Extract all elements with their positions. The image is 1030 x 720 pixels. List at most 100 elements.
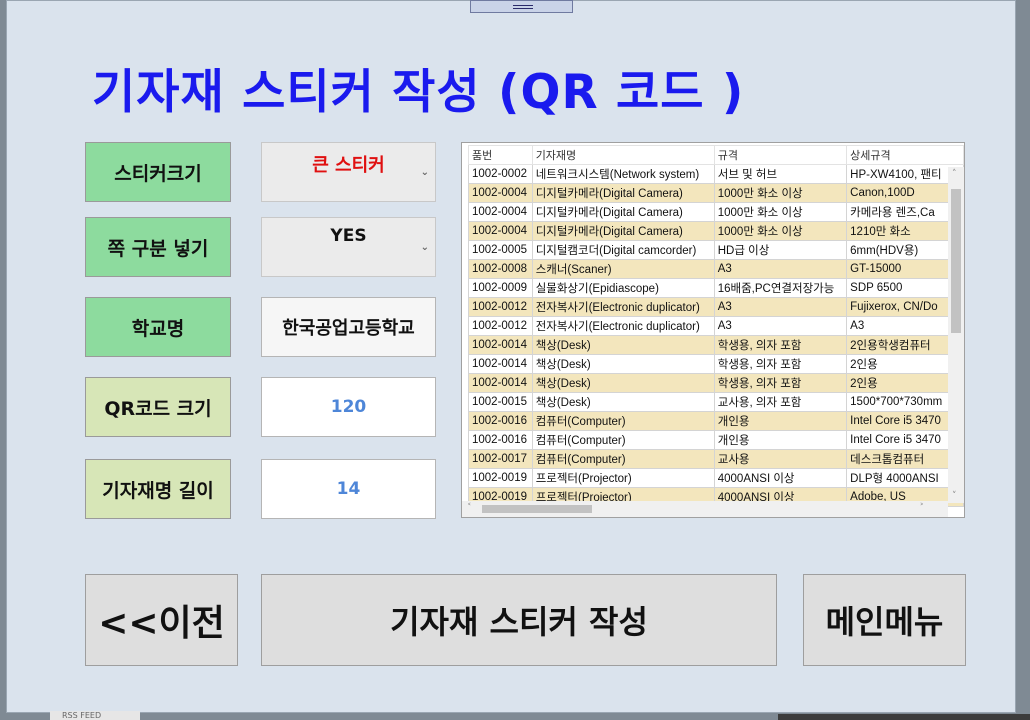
table-cell[interactable]: 1002-0017 (468, 449, 533, 469)
table-row[interactable]: 1002-0016 컴퓨터(Computer) 개인용 Intel Core i5 3… (468, 430, 964, 450)
table-cell[interactable]: 개인용 (713, 411, 848, 431)
table-cell[interactable]: A3 (713, 259, 848, 279)
horizontal-scrollbar[interactable]: ˂ ˃ (462, 501, 948, 517)
table-cell[interactable]: 네트워크시스템(Network system) (531, 164, 715, 184)
chevron-down-icon[interactable]: ⌄ (421, 242, 429, 253)
table-cell[interactable]: 학생용, 의자 포함 (713, 335, 848, 355)
column-header[interactable]: 상세규격 (846, 145, 964, 165)
table-row[interactable]: 1002-0014 책상(Desk) 학생용, 의자 포함 2인용 (468, 373, 964, 393)
table-cell[interactable]: 교사용, 의자 포함 (713, 392, 848, 412)
table-cell[interactable]: 디지털카메라(Digital Camera) (531, 221, 715, 241)
qr-size-field[interactable]: 120 (261, 377, 436, 437)
table-cell[interactable]: 책상(Desk) (531, 392, 715, 412)
table-cell[interactable]: 1002-0016 (468, 430, 533, 450)
table-cell[interactable]: 1002-0014 (468, 335, 533, 355)
table-cell[interactable]: 학생용, 의자 포함 (713, 354, 848, 374)
table-cell[interactable]: 1002-0004 (468, 202, 533, 222)
table-row[interactable]: 1002-0009 실물화상기(Epidiascope) 16배줌,PC연결저장가능… (468, 278, 964, 298)
scroll-left-icon[interactable]: ˂ (467, 503, 472, 513)
table-row[interactable]: 1002-0008 스캐너(Scaner) A3 GT-15000 (468, 259, 964, 279)
table-cell[interactable]: 1002-0015 (468, 392, 533, 412)
table-cell[interactable]: 전자복사기(Electronic duplicator) (531, 316, 715, 336)
table-cell[interactable]: 1002-0002 (468, 164, 533, 184)
table-cell[interactable]: 디지털캠코더(Digital camcorder) (531, 240, 715, 260)
table-cell[interactable]: 1210만 화소 (846, 221, 964, 241)
table-cell[interactable]: A3 (713, 316, 848, 336)
table-cell[interactable]: HP-XW4100, 팬티 (846, 164, 964, 184)
table-cell[interactable]: 전자복사기(Electronic duplicator) (531, 297, 715, 317)
table-cell[interactable]: 1002-0009 (468, 278, 533, 298)
table-cell[interactable]: 개인용 (713, 430, 848, 450)
table-cell[interactable]: 1000만 화소 이상 (713, 221, 848, 241)
table-cell[interactable]: 6mm(HDV용) (846, 240, 964, 260)
table-cell[interactable]: 1000만 화소 이상 (713, 183, 848, 203)
table-cell[interactable]: 학생용, 의자 포함 (713, 373, 848, 393)
table-row[interactable]: 1002-0004 디지털카메라(Digital Camera) 1000만 화소 … (468, 202, 964, 222)
table-row[interactable]: 1002-0012 전자복사기(Electronic duplicator) A3 F… (468, 297, 964, 317)
table-row[interactable]: 1002-0014 책상(Desk) 학생용, 의자 포함 2인용학생컴퓨터 (468, 335, 964, 355)
table-cell[interactable]: 디지털카메라(Digital Camera) (531, 202, 715, 222)
table-row[interactable]: 1002-0004 디지털카메라(Digital Camera) 1000만 화소 … (468, 221, 964, 241)
main-menu-button[interactable]: 메인메뉴 (803, 574, 966, 666)
scrollbar-thumb[interactable] (482, 505, 592, 513)
table-cell[interactable]: 1002-0008 (468, 259, 533, 279)
table-cell[interactable]: 1002-0004 (468, 183, 533, 203)
chevron-down-icon[interactable]: ⌄ (421, 167, 429, 178)
table-cell[interactable]: Fujixerox, CN/Do (846, 297, 964, 317)
page-division-select[interactable]: YES ⌄ (261, 217, 436, 277)
table-cell[interactable]: 1500*700*730mm (846, 392, 964, 412)
table-cell[interactable]: 책상(Desk) (531, 373, 715, 393)
table-cell[interactable]: 1002-0016 (468, 411, 533, 431)
column-header[interactable]: 규격 (713, 145, 848, 165)
table-cell[interactable]: 컴퓨터(Computer) (531, 449, 715, 469)
prev-button[interactable]: <<이전 (85, 574, 238, 666)
table-cell[interactable]: 디지털카메라(Digital Camera) (531, 183, 715, 203)
equipment-table[interactable]: 품번 기자재명 규격 상세규격 1002-0002 네트워크시스템(Network… (461, 142, 965, 518)
table-cell[interactable]: 실물화상기(Epidiascope) (531, 278, 715, 298)
table-cell[interactable]: 컴퓨터(Computer) (531, 430, 715, 450)
window-drag-handle[interactable] (470, 0, 573, 13)
sticker-size-select[interactable]: 큰 스티커 ⌄ (261, 142, 436, 202)
table-cell[interactable]: GT-15000 (846, 259, 964, 279)
table-cell[interactable]: 책상(Desk) (531, 354, 715, 374)
table-cell[interactable]: 1000만 화소 이상 (713, 202, 848, 222)
table-cell[interactable]: DLP형 4000ANSI (846, 468, 964, 488)
table-cell[interactable]: 1002-0012 (468, 297, 533, 317)
table-cell[interactable]: A3 (713, 297, 848, 317)
table-cell[interactable]: 16배줌,PC연결저장가능 (713, 278, 848, 298)
table-cell[interactable]: 2인용학생컴퓨터 (846, 335, 964, 355)
table-row[interactable]: 1002-0002 네트워크시스템(Network system) 서브 및 허브 H… (468, 164, 964, 184)
create-sticker-button[interactable]: 기자재 스티커 작성 (261, 574, 777, 666)
table-cell[interactable]: 스캐너(Scaner) (531, 259, 715, 279)
school-name-field[interactable]: 한국공업고등학교 (261, 297, 436, 357)
table-cell[interactable]: 1002-0005 (468, 240, 533, 260)
table-cell[interactable]: 1002-0004 (468, 221, 533, 241)
table-cell[interactable]: 2인용 (846, 373, 964, 393)
table-cell[interactable]: 1002-0019 (468, 468, 533, 488)
scroll-down-icon[interactable]: ˅ (952, 491, 957, 501)
table-cell[interactable]: 4000ANSI 이상 (713, 468, 848, 488)
table-cell[interactable]: HD급 이상 (713, 240, 848, 260)
table-cell[interactable]: 1002-0014 (468, 373, 533, 393)
vertical-scrollbar[interactable]: ˄ ˅ (948, 167, 964, 503)
table-cell[interactable]: Canon,100D (846, 183, 964, 203)
table-row[interactable]: 1002-0014 책상(Desk) 학생용, 의자 포함 2인용 (468, 354, 964, 374)
table-row[interactable]: 1002-0012 전자복사기(Electronic duplicator) A3 A… (468, 316, 964, 336)
scroll-up-icon[interactable]: ˄ (952, 169, 957, 179)
table-cell[interactable]: 1002-0014 (468, 354, 533, 374)
table-cell[interactable]: Intel Core i5 3470 (846, 430, 964, 450)
table-row[interactable]: 1002-0019 프로젝터(Projector) 4000ANSI 이상 DLP형 … (468, 468, 964, 488)
table-cell[interactable]: 데스크톱컴퓨터 (846, 449, 964, 469)
scrollbar-thumb[interactable] (951, 189, 961, 333)
table-cell[interactable]: 2인용 (846, 354, 964, 374)
table-row[interactable]: 1002-0015 책상(Desk) 교사용, 의자 포함 1500*700*730m… (468, 392, 964, 412)
table-cell[interactable]: 서브 및 허브 (713, 164, 848, 184)
taskbar-item[interactable]: RSS FEED (50, 711, 140, 720)
table-cell[interactable]: 컴퓨터(Computer) (531, 411, 715, 431)
scroll-right-icon[interactable]: ˃ (920, 503, 925, 513)
table-row[interactable]: 1002-0005 디지털캠코더(Digital camcorder) HD급 이상… (468, 240, 964, 260)
table-cell[interactable]: 책상(Desk) (531, 335, 715, 355)
table-cell[interactable]: Intel Core i5 3470 (846, 411, 964, 431)
table-row[interactable]: 1002-0016 컴퓨터(Computer) 개인용 Intel Core i5 3… (468, 411, 964, 431)
table-cell[interactable]: 프로젝터(Projector) (531, 468, 715, 488)
